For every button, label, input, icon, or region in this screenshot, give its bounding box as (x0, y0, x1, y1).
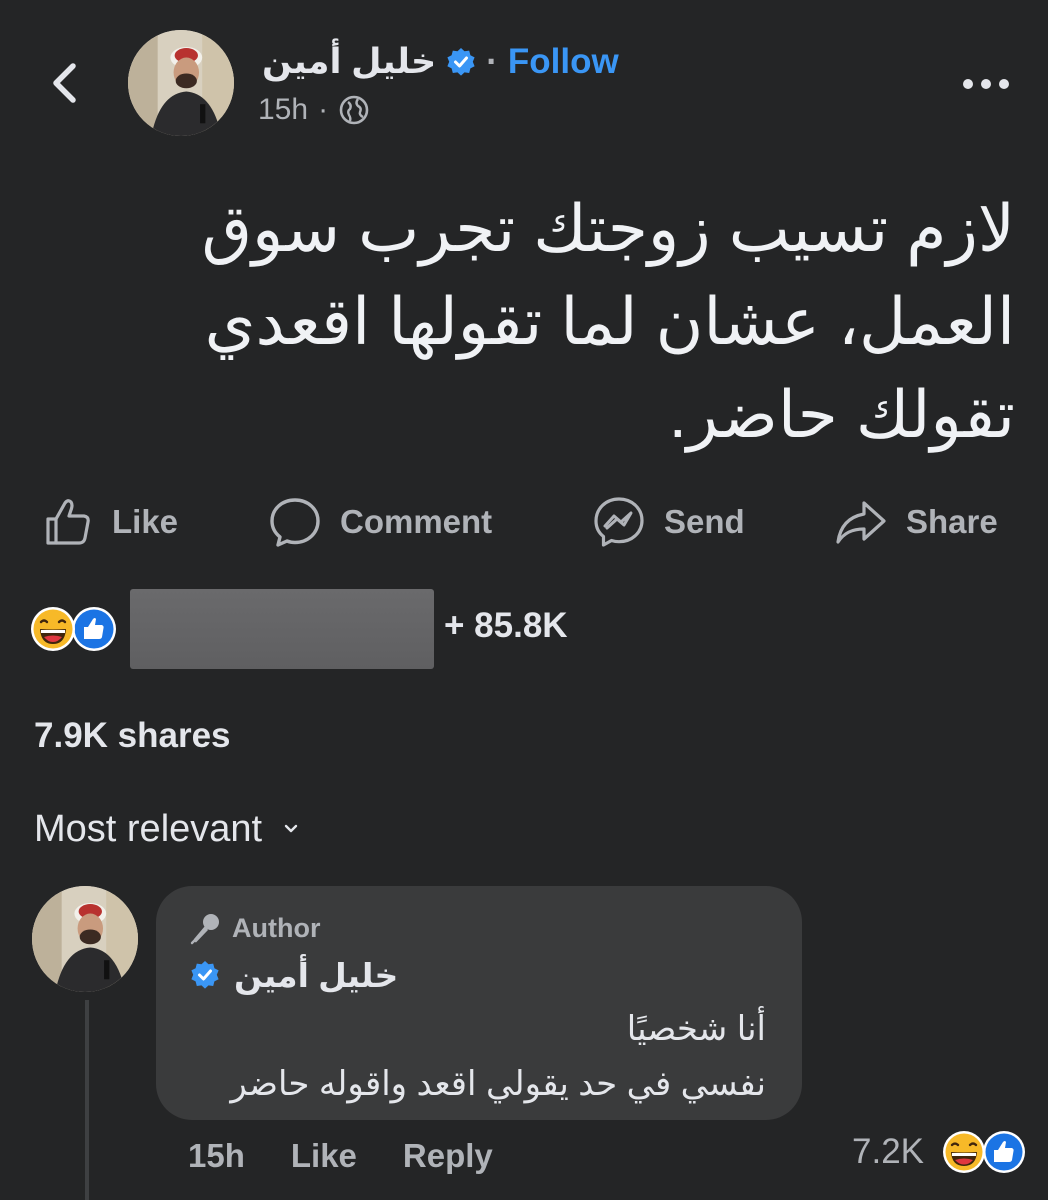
follow-button[interactable]: Follow (508, 42, 619, 82)
like-button[interactable]: Like (40, 494, 178, 550)
comment-text-line: نفسي في حد يقولي اقعد واقوله حاضر (230, 1065, 766, 1103)
more-dots-icon (963, 79, 1009, 89)
verified-badge-icon (447, 48, 475, 76)
comment-author-photo (32, 886, 138, 992)
post-text-line: لازم تسيب زوجتك تجرب سوق (201, 192, 1015, 265)
post-text-line: تقولك حاضر. (668, 378, 1015, 451)
chevron-down-icon (284, 824, 298, 833)
send-label: Send (664, 503, 745, 540)
post-text: لازم تسيب زوجتك تجرب سوق العمل، عشان لما… (60, 182, 1015, 461)
share-label: Share (906, 503, 998, 540)
messenger-icon (594, 497, 644, 547)
author-avatar[interactable] (128, 30, 234, 136)
share-button[interactable]: Share (834, 494, 998, 550)
globe-icon (339, 95, 369, 125)
shares-count[interactable]: 7.9K shares (34, 716, 231, 756)
comment-reaction-icons (943, 1131, 1025, 1173)
post-header-author-row: خليل أمين · Follow (262, 40, 619, 84)
comment-reaction-count[interactable]: 7.2K (852, 1132, 924, 1172)
comment-text: أنا شخصيًا نفسي في حد يقولي اقعد واقوله … (176, 1002, 766, 1112)
redacted-names-block (130, 589, 434, 669)
author-badge: Author (188, 908, 320, 948)
like-reaction-icon (72, 607, 116, 651)
thread-line (85, 1000, 89, 1200)
post-meta-row: 15h · (258, 90, 370, 130)
sort-label: Most relevant (34, 807, 263, 850)
post-time[interactable]: 15h (258, 93, 308, 127)
chevron-left-icon (53, 63, 76, 103)
comment-author-avatar[interactable] (32, 886, 138, 992)
comment-label: Comment (340, 503, 493, 540)
reaction-icons (31, 607, 116, 651)
comment-bubble-icon (270, 498, 320, 547)
more-options-button[interactable] (960, 66, 1012, 102)
comment-reactions[interactable] (940, 1128, 1028, 1176)
author-badge-label: Author (232, 912, 321, 943)
back-button[interactable] (40, 58, 90, 108)
comment-time[interactable]: 15h (188, 1137, 245, 1175)
comment-actions: 15h Like Reply (188, 1134, 493, 1178)
comment-like-button[interactable]: Like (291, 1137, 357, 1175)
post-text-line: العمل، عشان لما تقولها اقعدي (204, 285, 1015, 358)
author-name[interactable]: خليل أمين (262, 42, 436, 82)
like-label: Like (112, 503, 179, 540)
microphone-icon (190, 914, 219, 945)
thumbs-up-icon (46, 499, 90, 545)
comment-author-name[interactable]: خليل أمين (234, 956, 398, 995)
comment-sort-dropdown[interactable]: Most relevant (34, 806, 300, 852)
send-button[interactable]: Send (592, 494, 745, 550)
author-photo (128, 30, 234, 136)
haha-reaction-icon (943, 1131, 985, 1173)
comment-text-line: أنا شخصيًا (626, 1010, 766, 1048)
comment-author-row: خليل أمين (190, 952, 410, 998)
reaction-count[interactable]: + 85.8K (444, 606, 568, 646)
reactions-summary[interactable] (28, 604, 120, 654)
verified-badge-icon (191, 961, 219, 989)
header-separator: · (486, 42, 498, 81)
comment-reply-button[interactable]: Reply (403, 1137, 493, 1175)
haha-reaction-icon (31, 607, 75, 651)
share-arrow-icon (836, 501, 886, 544)
comment-button[interactable]: Comment (268, 494, 492, 550)
like-reaction-icon (983, 1131, 1025, 1173)
meta-separator: · (318, 93, 329, 126)
